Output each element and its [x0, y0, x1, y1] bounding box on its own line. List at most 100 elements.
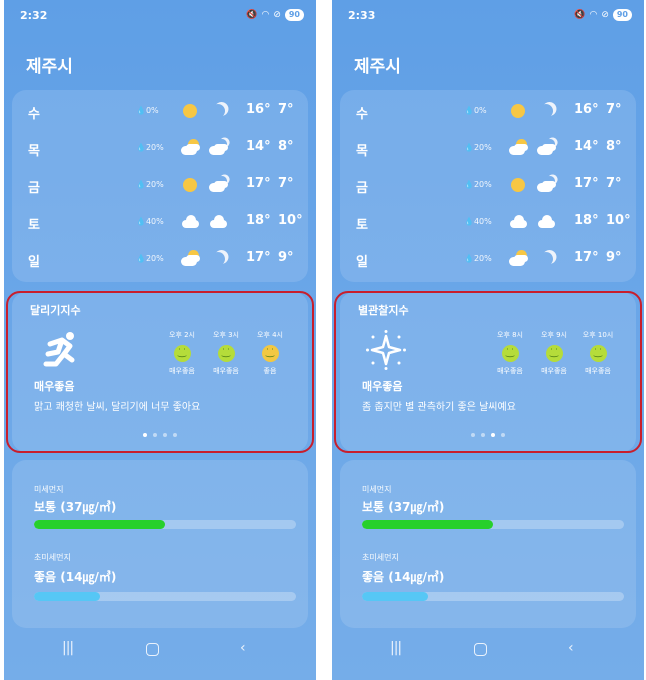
mute-icon: 🔇 [246, 10, 258, 20]
rain-chance: 💧20% [136, 143, 164, 152]
back-icon[interactable]: ‹ [568, 640, 574, 656]
wifi-icon: ◠ [589, 10, 598, 20]
recent-apps-icon[interactable]: ||| [62, 640, 74, 656]
wifi-icon: ◠ [261, 10, 270, 20]
moon-icon [536, 249, 556, 269]
sun-icon [508, 101, 528, 121]
low-temp: 9° [606, 250, 622, 265]
status-bar: 2:32 🔇 ◠ ⊘ 90 [20, 9, 304, 27]
smiley-icon [173, 345, 191, 362]
slot-time: 오후 9시 [541, 331, 567, 339]
forecast-row[interactable]: 금 💧20% 17° 7° [340, 173, 636, 197]
pm25-value: 좋음 (14㎍/㎥) [362, 570, 445, 584]
slot-level: 매우좋음 [213, 367, 239, 375]
pm25-bar [34, 592, 296, 601]
air-quality-card[interactable]: 미세먼지 보통 (37㎍/㎥) 초미세먼지 좋음 (14㎍/㎥) [12, 460, 308, 628]
activity-index-card[interactable]: 달리기지수 오후 2시매우좋음오후 3시매우좋음오후 4시좋음 매우좋음 맑고 … [12, 292, 308, 452]
home-icon[interactable] [474, 643, 487, 656]
pm10-value: 보통 (37㎍/㎥) [34, 500, 117, 514]
status-time: 2:32 [20, 9, 48, 22]
index-verdict: 매우좋음 [362, 380, 403, 393]
air-quality-card[interactable]: 미세먼지 보통 (37㎍/㎥) 초미세먼지 좋음 (14㎍/㎥) [340, 460, 636, 628]
page-indicator[interactable] [12, 433, 308, 437]
forecast-row[interactable]: 토 💧40% 18° 10° [12, 210, 308, 234]
smiley-icon [261, 345, 279, 362]
pm25-bar [362, 592, 624, 601]
rain-chance: 💧20% [464, 254, 492, 263]
raindrop-icon: 💧 [136, 217, 146, 226]
page-dot[interactable] [143, 433, 147, 437]
forecast-day: 수 [356, 107, 368, 122]
forecast-day: 목 [356, 144, 368, 159]
pm10-label: 미세먼지 [34, 485, 64, 494]
high-temp: 14° [246, 139, 271, 154]
forecast-row[interactable]: 금 💧20% 17° 7° [12, 173, 308, 197]
low-temp: 10° [606, 213, 631, 228]
page-dot[interactable] [491, 433, 495, 437]
raindrop-icon: 💧 [136, 180, 146, 189]
dnd-icon: ⊘ [601, 10, 609, 20]
low-temp: 7° [278, 102, 294, 117]
page-dot[interactable] [173, 433, 177, 437]
high-temp: 14° [574, 139, 599, 154]
activity-index-card[interactable]: 별관찰지수 오후 8시매우좋음오후 9시매우좋음오후 10시매우좋음 매우좋음 … [340, 292, 636, 452]
raindrop-icon: 💧 [464, 143, 474, 152]
sun-icon [508, 175, 528, 195]
cloudy-night-icon [536, 175, 556, 195]
hourly-slot: 오후 2시매우좋음 [162, 330, 202, 376]
high-temp: 18° [574, 213, 599, 228]
forecast-row[interactable]: 일 💧20% 17° 9° [12, 247, 308, 271]
city-name[interactable]: 제주시 [354, 52, 401, 77]
navigation-bar: ||| ‹ [4, 640, 316, 660]
forecast-row[interactable]: 토 💧40% 18° 10° [340, 210, 636, 234]
hourly-slot: 오후 4시좋음 [250, 330, 290, 376]
pm25-label: 초미세먼지 [362, 553, 399, 562]
weekly-forecast-card[interactable]: 수 💧0% 16° 7° 목 💧20% 14° 8° 금 💧20% 17° 7° 토 💧40% 18° 10°… [340, 90, 636, 282]
partly-cloudy-icon [180, 138, 200, 158]
home-icon[interactable] [146, 643, 159, 656]
slot-time: 오후 3시 [213, 331, 239, 339]
page-dot[interactable] [471, 433, 475, 437]
smiley-icon [589, 345, 607, 362]
pm10-label: 미세먼지 [362, 485, 392, 494]
low-temp: 8° [606, 139, 622, 154]
cloud-icon [208, 212, 228, 232]
forecast-day: 수 [28, 107, 40, 122]
sun-icon [180, 175, 200, 195]
page-dot[interactable] [481, 433, 485, 437]
page-dot[interactable] [163, 433, 167, 437]
page-dot[interactable] [501, 433, 505, 437]
city-name[interactable]: 제주시 [26, 52, 73, 77]
pm25-label: 초미세먼지 [34, 553, 71, 562]
low-temp: 7° [606, 102, 622, 117]
forecast-row[interactable]: 목 💧20% 14° 8° [340, 136, 636, 160]
forecast-row[interactable]: 목 💧20% 14° 8° [12, 136, 308, 160]
pm10-value: 보통 (37㎍/㎥) [362, 500, 445, 514]
battery-icon: 90 [284, 9, 304, 21]
rain-chance: 💧40% [136, 217, 164, 226]
rain-chance: 💧0% [136, 106, 159, 115]
forecast-day: 금 [28, 181, 40, 196]
low-temp: 7° [278, 176, 294, 191]
hourly-slot: 오후 9시매우좋음 [534, 330, 574, 376]
rain-chance: 💧20% [464, 143, 492, 152]
forecast-row[interactable]: 수 💧0% 16° 7° [340, 99, 636, 123]
pm10-bar-fill [362, 520, 493, 529]
forecast-day: 토 [356, 218, 368, 233]
status-icons: 🔇 ◠ ⊘ 90 [574, 9, 632, 21]
moon-icon [536, 101, 556, 121]
low-temp: 7° [606, 176, 622, 191]
recent-apps-icon[interactable]: ||| [390, 640, 402, 656]
page-dot[interactable] [153, 433, 157, 437]
high-temp: 17° [574, 250, 599, 265]
slot-level: 매우좋음 [497, 367, 523, 375]
index-description: 맑고 쾌청한 날씨, 달리기에 너무 좋아요 [34, 402, 201, 413]
high-temp: 16° [574, 102, 599, 117]
rain-chance: 💧20% [136, 180, 164, 189]
page-indicator[interactable] [340, 433, 636, 437]
weekly-forecast-card[interactable]: 수 💧0% 16° 7° 목 💧20% 14° 8° 금 💧20% 17° 7° 토 💧40% 18° 10°… [12, 90, 308, 282]
back-icon[interactable]: ‹ [240, 640, 246, 656]
forecast-row[interactable]: 일 💧20% 17° 9° [340, 247, 636, 271]
sun-icon [180, 101, 200, 121]
forecast-row[interactable]: 수 💧0% 16° 7° [12, 99, 308, 123]
